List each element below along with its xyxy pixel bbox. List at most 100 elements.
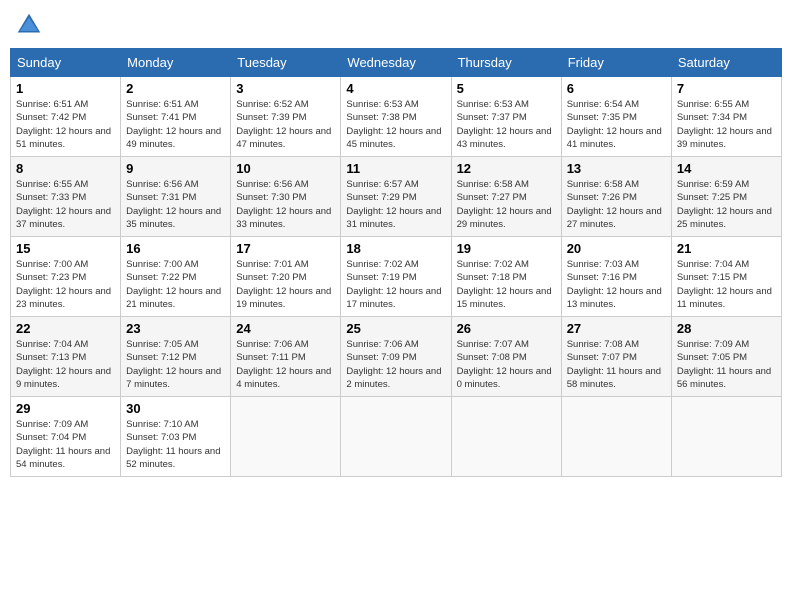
weekday-header: Saturday [671,49,781,77]
day-number: 6 [567,81,666,96]
calendar-cell [341,397,451,477]
calendar-cell: 6 Sunrise: 6:54 AM Sunset: 7:35 PM Daylig… [561,77,671,157]
header [10,10,782,40]
calendar-cell: 20 Sunrise: 7:03 AM Sunset: 7:16 PM Dayli… [561,237,671,317]
day-number: 16 [126,241,225,256]
calendar-cell: 5 Sunrise: 6:53 AM Sunset: 7:37 PM Daylig… [451,77,561,157]
calendar-cell: 17Sunrise: 7:01 AM Sunset: 7:20 PM Dayli… [231,237,341,317]
calendar-week-row: 22Sunrise: 7:04 AM Sunset: 7:13 PM Dayli… [11,317,782,397]
day-info: Sunrise: 7:02 AM Sunset: 7:19 PM Dayligh… [346,258,445,311]
calendar-cell [671,397,781,477]
day-info: Sunrise: 6:56 AM Sunset: 7:31 PM Dayligh… [126,178,225,231]
weekday-header: Sunday [11,49,121,77]
day-info: Sunrise: 6:52 AM Sunset: 7:39 PM Dayligh… [236,98,335,151]
day-number: 21 [677,241,776,256]
day-info: Sunrise: 7:04 AM Sunset: 7:13 PM Dayligh… [16,338,115,391]
day-info: Sunrise: 7:08 AM Sunset: 7:07 PM Dayligh… [567,338,666,391]
day-number: 20 [567,241,666,256]
calendar-cell [231,397,341,477]
day-number: 15 [16,241,115,256]
day-number: 27 [567,321,666,336]
day-info: Sunrise: 7:00 AM Sunset: 7:22 PM Dayligh… [126,258,225,311]
calendar-cell: 23 Sunrise: 7:05 AM Sunset: 7:12 PM Dayli… [121,317,231,397]
day-number: 19 [457,241,556,256]
day-number: 14 [677,161,776,176]
calendar-cell: 26Sunrise: 7:07 AM Sunset: 7:08 PM Dayli… [451,317,561,397]
calendar-week-row: 8 Sunrise: 6:55 AM Sunset: 7:33 PM Daylig… [11,157,782,237]
day-number: 3 [236,81,335,96]
day-number: 30 [126,401,225,416]
day-number: 28 [677,321,776,336]
day-number: 10 [236,161,335,176]
calendar-week-row: 15 Sunrise: 7:00 AM Sunset: 7:23 PM Dayli… [11,237,782,317]
calendar-cell: 29Sunrise: 7:09 AM Sunset: 7:04 PM Dayli… [11,397,121,477]
day-info: Sunrise: 7:06 AM Sunset: 7:09 PM Dayligh… [346,338,445,391]
day-info: Sunrise: 6:55 AM Sunset: 7:33 PM Dayligh… [16,178,115,231]
day-info: Sunrise: 7:10 AM Sunset: 7:03 PM Dayligh… [126,418,225,471]
day-number: 25 [346,321,445,336]
day-info: Sunrise: 6:58 AM Sunset: 7:26 PM Dayligh… [567,178,666,231]
calendar-cell: 21 Sunrise: 7:04 AM Sunset: 7:15 PM Dayli… [671,237,781,317]
day-info: Sunrise: 6:56 AM Sunset: 7:30 PM Dayligh… [236,178,335,231]
day-info: Sunrise: 6:59 AM Sunset: 7:25 PM Dayligh… [677,178,776,231]
day-number: 23 [126,321,225,336]
calendar-cell: 4 Sunrise: 6:53 AM Sunset: 7:38 PM Daylig… [341,77,451,157]
day-number: 29 [16,401,115,416]
calendar-cell [451,397,561,477]
day-info: Sunrise: 6:54 AM Sunset: 7:35 PM Dayligh… [567,98,666,151]
day-number: 8 [16,161,115,176]
day-number: 18 [346,241,445,256]
day-info: Sunrise: 7:02 AM Sunset: 7:18 PM Dayligh… [457,258,556,311]
day-info: Sunrise: 7:04 AM Sunset: 7:15 PM Dayligh… [677,258,776,311]
calendar-cell: 8 Sunrise: 6:55 AM Sunset: 7:33 PM Daylig… [11,157,121,237]
day-info: Sunrise: 7:07 AM Sunset: 7:08 PM Dayligh… [457,338,556,391]
day-info: Sunrise: 6:58 AM Sunset: 7:27 PM Dayligh… [457,178,556,231]
calendar-cell: 2Sunrise: 6:51 AM Sunset: 7:41 PM Daylig… [121,77,231,157]
day-info: Sunrise: 6:53 AM Sunset: 7:38 PM Dayligh… [346,98,445,151]
calendar-week-row: 1 Sunrise: 6:51 AM Sunset: 7:42 PM Daylig… [11,77,782,157]
weekday-header: Monday [121,49,231,77]
day-info: Sunrise: 7:05 AM Sunset: 7:12 PM Dayligh… [126,338,225,391]
logo-icon [14,10,44,40]
calendar-cell: 11 Sunrise: 6:57 AM Sunset: 7:29 PM Dayli… [341,157,451,237]
day-number: 13 [567,161,666,176]
weekday-header: Tuesday [231,49,341,77]
calendar-cell [561,397,671,477]
day-number: 12 [457,161,556,176]
calendar-cell: 18 Sunrise: 7:02 AM Sunset: 7:19 PM Dayli… [341,237,451,317]
calendar-cell: 16 Sunrise: 7:00 AM Sunset: 7:22 PM Dayli… [121,237,231,317]
day-info: Sunrise: 7:09 AM Sunset: 7:05 PM Dayligh… [677,338,776,391]
calendar-cell: 28 Sunrise: 7:09 AM Sunset: 7:05 PM Dayli… [671,317,781,397]
day-info: Sunrise: 6:57 AM Sunset: 7:29 PM Dayligh… [346,178,445,231]
day-info: Sunrise: 7:06 AM Sunset: 7:11 PM Dayligh… [236,338,335,391]
calendar-cell: 22Sunrise: 7:04 AM Sunset: 7:13 PM Dayli… [11,317,121,397]
calendar-cell: 3 Sunrise: 6:52 AM Sunset: 7:39 PM Daylig… [231,77,341,157]
calendar-cell: 1 Sunrise: 6:51 AM Sunset: 7:42 PM Daylig… [11,77,121,157]
day-number: 24 [236,321,335,336]
day-info: Sunrise: 7:03 AM Sunset: 7:16 PM Dayligh… [567,258,666,311]
day-info: Sunrise: 6:51 AM Sunset: 7:42 PM Dayligh… [16,98,115,151]
calendar-cell: 10 Sunrise: 6:56 AM Sunset: 7:30 PM Dayli… [231,157,341,237]
day-number: 1 [16,81,115,96]
day-number: 7 [677,81,776,96]
day-number: 4 [346,81,445,96]
calendar-cell: 14 Sunrise: 6:59 AM Sunset: 7:25 PM Dayli… [671,157,781,237]
calendar-cell: 25 Sunrise: 7:06 AM Sunset: 7:09 PM Dayli… [341,317,451,397]
weekday-header: Thursday [451,49,561,77]
calendar-cell: 30 Sunrise: 7:10 AM Sunset: 7:03 PM Dayli… [121,397,231,477]
day-info: Sunrise: 7:00 AM Sunset: 7:23 PM Dayligh… [16,258,115,311]
day-info: Sunrise: 6:55 AM Sunset: 7:34 PM Dayligh… [677,98,776,151]
day-number: 5 [457,81,556,96]
calendar-cell: 24 Sunrise: 7:06 AM Sunset: 7:11 PM Dayli… [231,317,341,397]
day-number: 11 [346,161,445,176]
calendar-cell: 7 Sunrise: 6:55 AM Sunset: 7:34 PM Daylig… [671,77,781,157]
weekday-header: Wednesday [341,49,451,77]
day-info: Sunrise: 6:53 AM Sunset: 7:37 PM Dayligh… [457,98,556,151]
calendar-cell: 9Sunrise: 6:56 AM Sunset: 7:31 PM Daylig… [121,157,231,237]
calendar-table: SundayMondayTuesdayWednesdayThursdayFrid… [10,48,782,477]
calendar-cell: 27 Sunrise: 7:08 AM Sunset: 7:07 PM Dayli… [561,317,671,397]
day-number: 17 [236,241,335,256]
calendar-week-row: 29Sunrise: 7:09 AM Sunset: 7:04 PM Dayli… [11,397,782,477]
weekday-header: Friday [561,49,671,77]
day-info: Sunrise: 6:51 AM Sunset: 7:41 PM Dayligh… [126,98,225,151]
